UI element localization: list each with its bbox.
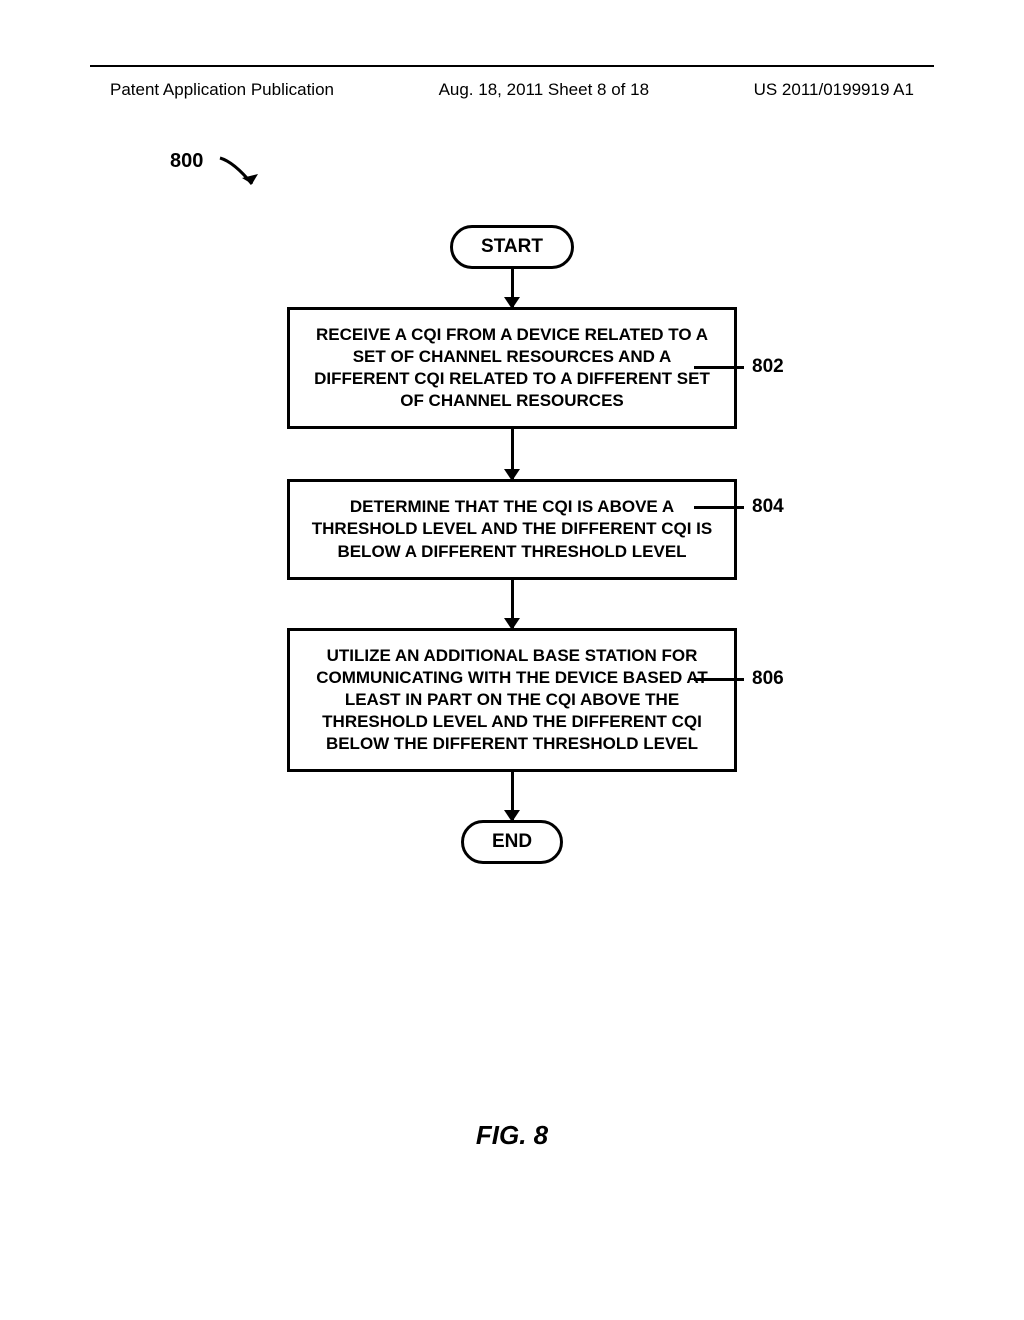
arrow-icon xyxy=(511,269,514,307)
reference-arrow-icon xyxy=(216,154,276,204)
arrow-icon xyxy=(511,580,514,628)
figure-caption: FIG. 8 xyxy=(0,1120,1024,1151)
header-left: Patent Application Publication xyxy=(110,80,334,100)
callout-line xyxy=(694,678,744,681)
process-text: RECEIVE A CQI FROM A DEVICE RELATED TO A… xyxy=(314,325,710,410)
callout-ref-802: 802 xyxy=(752,356,784,378)
process-step-1: RECEIVE A CQI FROM A DEVICE RELATED TO A… xyxy=(287,307,737,429)
callout-ref-804: 804 xyxy=(752,496,784,518)
header-center: Aug. 18, 2011 Sheet 8 of 18 xyxy=(439,80,649,100)
process-step-2: DETERMINE THAT THE CQI IS ABOVE A THRESH… xyxy=(287,479,737,579)
figure-reference-number: 800 xyxy=(170,150,203,173)
page-header: Patent Application Publication Aug. 18, … xyxy=(0,80,1024,100)
callout-line xyxy=(694,506,744,509)
callout-ref-806: 806 xyxy=(752,668,784,690)
end-terminal: END xyxy=(461,820,563,864)
process-step-3: UTILIZE AN ADDITIONAL BASE STATION FOR C… xyxy=(287,628,737,772)
arrow-icon xyxy=(511,429,514,479)
arrow-icon xyxy=(511,772,514,820)
process-text: UTILIZE AN ADDITIONAL BASE STATION FOR C… xyxy=(316,646,708,753)
header-rule xyxy=(90,65,934,67)
header-right: US 2011/0199919 A1 xyxy=(754,80,914,100)
start-terminal: START xyxy=(450,225,574,269)
flowchart: START RECEIVE A CQI FROM A DEVICE RELATE… xyxy=(0,225,1024,864)
process-text: DETERMINE THAT THE CQI IS ABOVE A THRESH… xyxy=(312,497,712,560)
callout-line xyxy=(694,366,744,369)
